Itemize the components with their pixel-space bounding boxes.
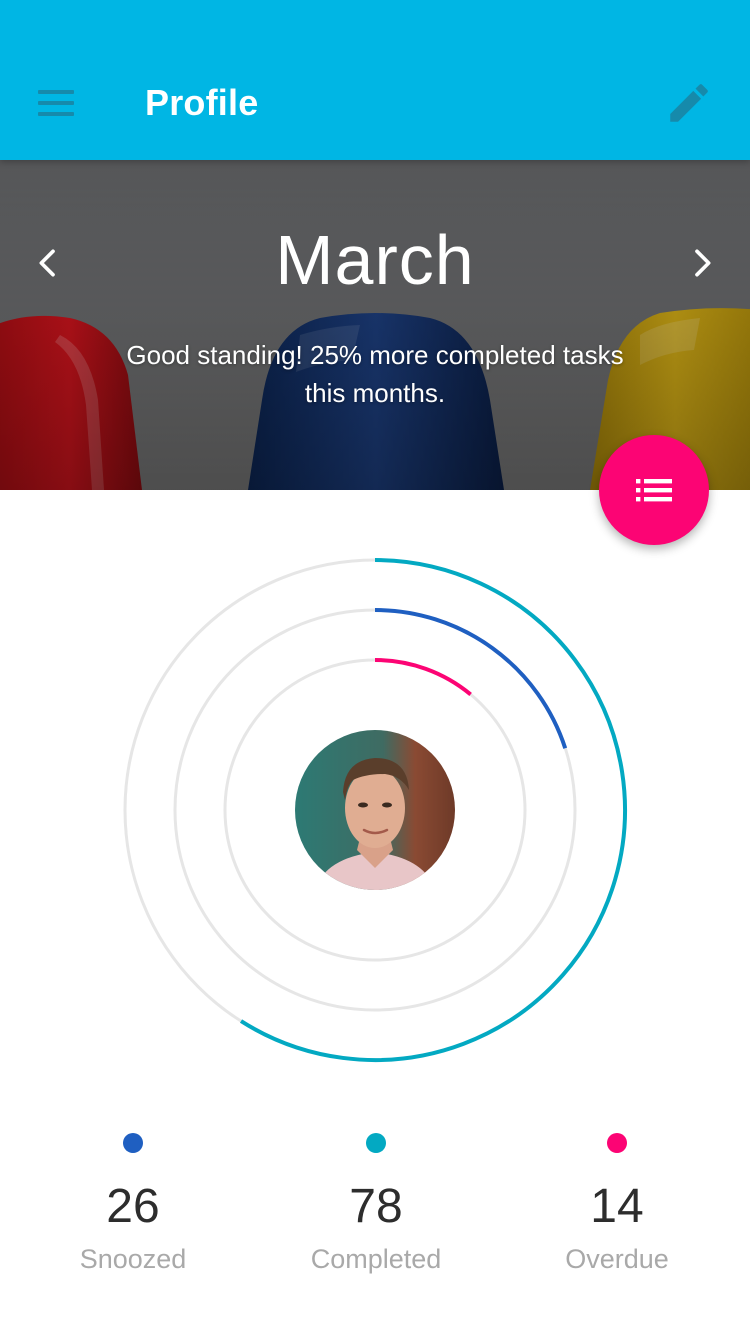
task-stats: 26 Snoozed 78 Completed 14 Overdue xyxy=(0,1128,750,1308)
overdue-dot-icon xyxy=(607,1133,627,1153)
page-title: Profile xyxy=(145,82,259,123)
pencil-icon[interactable] xyxy=(664,78,714,128)
stat-label: Overdue xyxy=(565,1244,669,1274)
stat-value: 14 xyxy=(590,1180,644,1233)
stat-snoozed: 26 Snoozed xyxy=(33,1128,233,1277)
stat-completed: 78 Completed xyxy=(276,1128,476,1277)
snoozed-progress-arc xyxy=(374,608,568,749)
stat-label: Completed xyxy=(310,1244,442,1274)
app-bar: Profile xyxy=(0,0,750,160)
completed-dot-icon xyxy=(366,1133,386,1153)
standing-message: Good standing! 25% more completed tasks … xyxy=(126,340,624,408)
user-avatar[interactable] xyxy=(295,730,455,890)
progress-rings xyxy=(0,490,750,1110)
stat-overdue: 14 Overdue xyxy=(517,1128,717,1277)
month-title: March xyxy=(275,221,475,299)
stat-label: Snoozed xyxy=(79,1244,187,1274)
chevron-right-icon[interactable] xyxy=(682,243,722,283)
stat-value: 26 xyxy=(106,1180,160,1233)
task-list-fab-button[interactable] xyxy=(599,435,709,545)
list-icon xyxy=(636,479,672,502)
snoozed-dot-icon xyxy=(123,1133,143,1153)
stat-value: 78 xyxy=(349,1180,403,1233)
menu-icon[interactable] xyxy=(28,80,84,126)
overdue-progress-arc xyxy=(374,658,472,696)
profile-screen: Profile March Good standing! 25% more co… xyxy=(0,0,750,1334)
